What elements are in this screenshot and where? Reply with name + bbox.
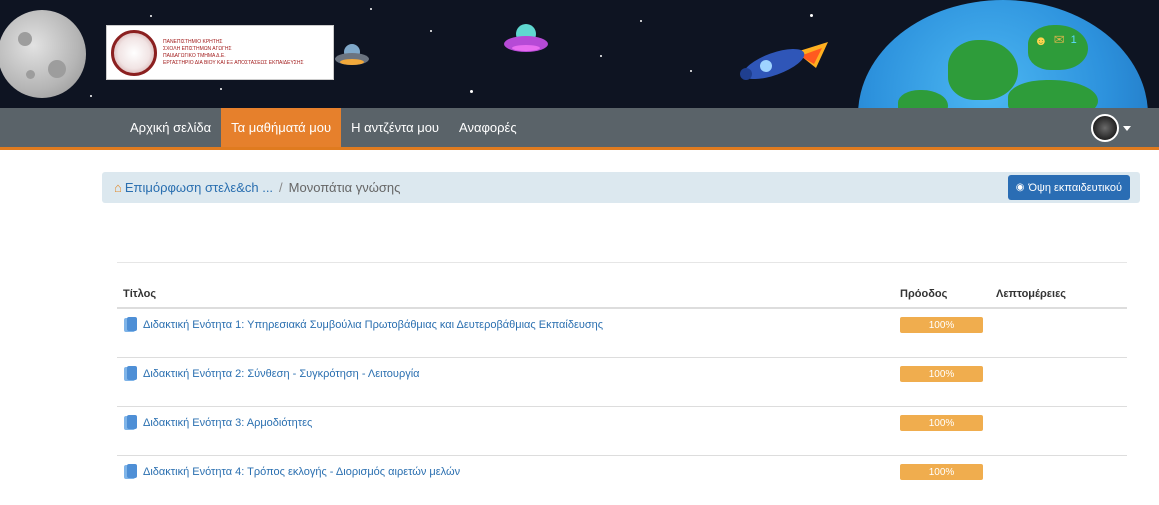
- main-navbar: Αρχική σελίδα Τα μαθήματά μου Η αντζέντα…: [0, 108, 1159, 150]
- chevron-down-icon[interactable]: [1123, 125, 1131, 131]
- breadcrumb-course-link[interactable]: Επιμόρφωση στελε&ch ...: [125, 180, 273, 195]
- column-details: Λεπτομέρειες: [996, 288, 1067, 300]
- rocket-illustration: [740, 42, 828, 80]
- unit-link[interactable]: Διδακτική Ενότητα 2: Σύνθεση - Συγκρότησ…: [143, 368, 420, 380]
- book-icon: [123, 415, 137, 431]
- column-progress: Πρόοδος: [900, 288, 948, 300]
- moon-illustration: [0, 10, 86, 98]
- earth-illustration: [858, 0, 1148, 108]
- logo-line: ΠΑΝΕΠΙΣΤΗΜΙΟ ΚΡΗΤΗΣ: [163, 38, 223, 45]
- divider: [117, 262, 1127, 263]
- progress-bar: 100%: [900, 317, 983, 333]
- ufo-illustration: [335, 44, 369, 65]
- book-icon: [123, 366, 137, 382]
- progress-bar: 100%: [900, 366, 983, 382]
- home-icon[interactable]: ⌂: [114, 180, 122, 195]
- breadcrumb-separator: /: [279, 180, 283, 195]
- user-icon[interactable]: ☻: [1034, 33, 1048, 48]
- book-icon: [123, 464, 137, 480]
- notifications-count[interactable]: 1: [1071, 34, 1077, 46]
- university-seal-icon: [111, 29, 157, 76]
- table-header: Τίτλος Πρόοδος Λεπτομέρειες: [117, 281, 1127, 309]
- progress-bar: 100%: [900, 464, 983, 480]
- teacher-view-button[interactable]: ◉ Όψη εκπαιδευτικού: [1007, 175, 1130, 200]
- user-menu[interactable]: [1091, 114, 1131, 142]
- table-row: Διδακτική Ενότητα 2: Σύνθεση - Συγκρότησ…: [117, 358, 1127, 407]
- table-row: Διδακτική Ενότητα 1: Υπηρεσιακά Συμβούλι…: [117, 309, 1127, 358]
- ufo-illustration: [504, 24, 548, 52]
- university-logo[interactable]: ΠΑΝΕΠΙΣΤΗΜΙΟ ΚΡΗΤΗΣ ΣΧΟΛΗ ΕΠΙΣΤΗΜΩΝ ΑΓΩΓ…: [106, 25, 334, 80]
- column-title: Τίτλος: [123, 288, 157, 300]
- logo-line: ΠΑΙΔΑΓΩΓΙΚΟ ΤΜΗΜΑ Δ.Ε.: [163, 52, 226, 59]
- nav-item-reports[interactable]: Αναφορές: [449, 108, 527, 147]
- table-row: Διδακτική Ενότητα 3: Αρμοδιότητες 100%: [117, 407, 1127, 456]
- book-icon: [123, 317, 137, 333]
- eye-icon: ◉: [1015, 182, 1025, 193]
- unit-link[interactable]: Διδακτική Ενότητα 1: Υπηρεσιακά Συμβούλι…: [143, 319, 603, 331]
- progress-bar: 100%: [900, 415, 983, 431]
- learning-paths-table: Τίτλος Πρόοδος Λεπτομέρειες Διδακτική Εν…: [117, 281, 1127, 505]
- header-banner: ΠΑΝΕΠΙΣΤΗΜΙΟ ΚΡΗΤΗΣ ΣΧΟΛΗ ΕΠΙΣΤΗΜΩΝ ΑΓΩΓ…: [0, 0, 1159, 108]
- nav-item-home[interactable]: Αρχική σελίδα: [120, 108, 221, 147]
- logo-line: ΣΧΟΛΗ ΕΠΙΣΤΗΜΩΝ ΑΓΩΓΗΣ: [163, 45, 232, 52]
- teacher-view-label: Όψη εκπαιδευτικού: [1028, 181, 1122, 194]
- breadcrumb-current: Μονοπάτια γνώσης: [288, 180, 401, 195]
- nav-item-my-courses[interactable]: Τα μαθήματά μου: [221, 108, 342, 147]
- unit-link[interactable]: Διδακτική Ενότητα 4: Τρόπος εκλογής - Δι…: [143, 466, 460, 478]
- breadcrumb: ⌂ Επιμόρφωση στελε&ch ... / Μονοπάτια γν…: [102, 172, 1140, 203]
- avatar[interactable]: [1091, 114, 1119, 142]
- logo-line: ΕΡΓΑΣΤΗΡΙΟ ΔΙΑ ΒΙΟΥ ΚΑΙ ΕΞ ΑΠΟΣΤΑΣΕΩΣ ΕΚ…: [163, 59, 304, 66]
- nav-item-agenda[interactable]: Η αντζέντα μου: [341, 108, 449, 147]
- message-icon[interactable]: ✉: [1054, 32, 1065, 48]
- unit-link[interactable]: Διδακτική Ενότητα 3: Αρμοδιότητες: [143, 417, 312, 429]
- table-row: Διδακτική Ενότητα 4: Τρόπος εκλογής - Δι…: [117, 456, 1127, 505]
- header-icons: ☻ ✉ 1: [1034, 32, 1077, 48]
